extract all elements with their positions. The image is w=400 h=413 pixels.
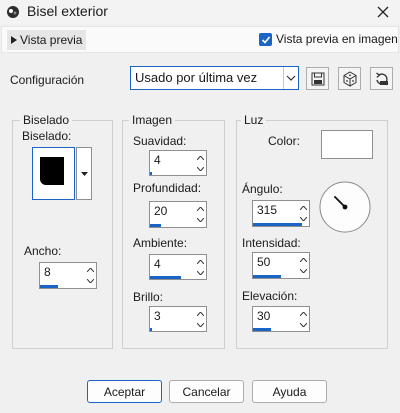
smoothness-stepper[interactable]: 4	[149, 150, 207, 176]
light-group-title: Luz	[241, 113, 267, 127]
angle-level	[253, 223, 303, 226]
intensity-label: Intensidad:	[242, 236, 301, 250]
gloss-label: Brillo:	[133, 290, 164, 304]
chevron-down-icon[interactable]	[283, 67, 298, 89]
smoothness-level	[150, 172, 153, 175]
smoothness-value: 4	[154, 153, 161, 167]
spin-arrows-icon[interactable]	[195, 307, 206, 331]
elevation-label: Elevación:	[242, 289, 298, 303]
preset-select[interactable]: Usado por última vez	[130, 66, 299, 90]
bevel-width-value: 8	[44, 265, 51, 279]
reset-icon	[375, 71, 388, 85]
triangle-down-icon	[80, 171, 88, 176]
bevel-shape-label: Biselado:	[22, 129, 72, 143]
depth-value: 20	[154, 204, 168, 218]
spin-arrows-icon[interactable]	[195, 202, 206, 227]
depth-stepper[interactable]: 20	[149, 201, 207, 228]
preview-checkbox[interactable]	[259, 33, 272, 46]
light-color-label: Color:	[268, 134, 301, 148]
gloss-stepper[interactable]: 3	[149, 306, 207, 332]
gloss-value: 3	[154, 309, 161, 323]
close-icon	[377, 6, 389, 18]
intensity-level	[253, 275, 281, 278]
randomize-button[interactable]	[338, 67, 361, 90]
bevel-shape-dropdown[interactable]	[76, 147, 92, 200]
gloss-level	[150, 328, 152, 331]
intensity-stepper[interactable]: 50	[252, 252, 310, 279]
angle-dial[interactable]	[318, 180, 372, 234]
light-color-swatch[interactable]	[321, 130, 373, 159]
bevel-width-stepper[interactable]: 8	[39, 262, 97, 289]
elevation-level	[253, 328, 272, 331]
elevation-value: 30	[257, 309, 271, 323]
bevel-shape-preview[interactable]	[32, 147, 75, 200]
ambient-value: 4	[154, 257, 161, 271]
spin-arrows-icon[interactable]	[85, 263, 96, 288]
image-group-title: Imagen	[129, 113, 176, 127]
dice-icon	[343, 70, 356, 87]
bevel-width-label: Ancho:	[24, 244, 62, 258]
smoothness-label: Suavidad:	[133, 134, 187, 148]
bevel-group-title: Biselado	[20, 113, 73, 127]
window-title: Bisel exterior	[27, 3, 108, 19]
spin-arrows-icon[interactable]	[195, 151, 206, 175]
preset-value: Usado por última vez	[135, 70, 258, 85]
close-button[interactable]	[372, 2, 394, 22]
preview-toggle-label: Vista previa	[20, 33, 83, 47]
angle-value: 315	[257, 203, 278, 217]
paint-shop-icon	[6, 5, 20, 19]
preview-toggle-button[interactable]: Vista previa	[7, 30, 87, 50]
reset-button[interactable]	[370, 67, 393, 90]
depth-level	[150, 224, 162, 227]
spin-arrows-icon[interactable]	[195, 255, 206, 279]
depth-label: Profundidad:	[133, 181, 202, 195]
ambient-stepper[interactable]: 4	[149, 254, 207, 280]
bevel-shape-swatch	[40, 157, 64, 185]
help-button[interactable]: Ayuda	[252, 380, 327, 403]
triangle-right-icon	[11, 36, 17, 44]
save-icon	[311, 72, 324, 85]
elevation-stepper[interactable]: 30	[252, 306, 310, 332]
ambient-level	[150, 276, 181, 279]
intensity-value: 50	[257, 255, 271, 269]
ambient-label: Ambiente:	[133, 236, 188, 250]
angle-label: Ángulo:	[242, 182, 283, 196]
config-label: Configuración	[10, 73, 85, 87]
checkmark-icon	[261, 35, 270, 44]
preview-checkbox-label[interactable]: Vista previa en imagen	[276, 32, 398, 46]
angle-stepper[interactable]: 315	[252, 200, 310, 227]
cancel-button[interactable]: Cancelar	[169, 380, 244, 403]
bevel-width-level	[40, 285, 59, 288]
ok-button[interactable]: Aceptar	[87, 380, 162, 403]
spin-arrows-icon[interactable]	[298, 307, 309, 331]
spin-arrows-icon[interactable]	[298, 253, 309, 278]
save-preset-button[interactable]	[306, 67, 329, 90]
